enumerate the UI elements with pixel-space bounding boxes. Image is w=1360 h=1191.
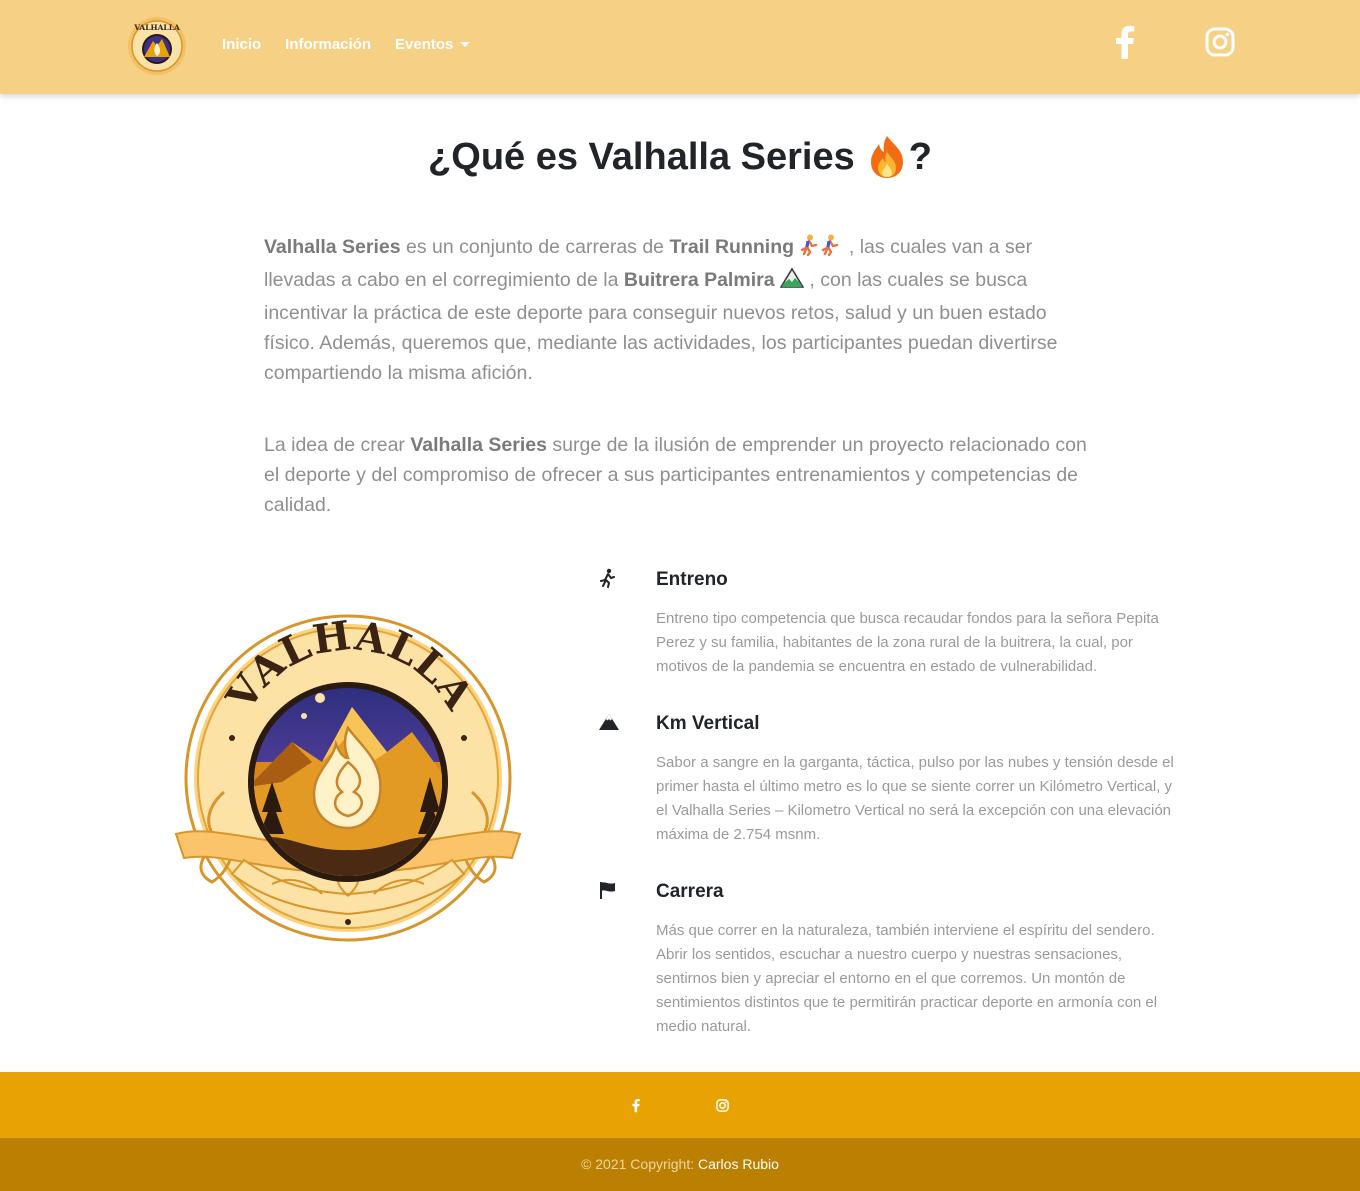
intro-strong-trail: Trail Running — [669, 236, 795, 258]
nav-link-inicio-label: Inicio — [222, 36, 262, 53]
navbar: VALHALLA Inicio Información Eventos — [0, 0, 1360, 94]
intro-text: es un conjunto de carreras de — [400, 236, 670, 258]
facebook-icon[interactable] — [1108, 24, 1142, 60]
nav-links: Inicio Información Eventos — [222, 36, 471, 53]
nav-dropdown-eventos[interactable]: Eventos — [395, 36, 471, 53]
brand-logo[interactable]: VALHALLA — [126, 15, 188, 77]
feature-title-entreno: Entreno — [656, 569, 728, 590]
nav-link-informacion-label: Información — [285, 36, 372, 53]
footer — [0, 1072, 1360, 1138]
instagram-icon[interactable] — [714, 1097, 730, 1113]
nav-link-eventos-label: Eventos — [395, 36, 454, 53]
running-icon — [598, 568, 620, 590]
caret-down-icon — [460, 42, 471, 47]
mountain-icon — [598, 712, 620, 734]
feature-text-entreno: Entreno tipo competencia que busca recau… — [656, 610, 1159, 675]
mountain-emoji-icon — [779, 267, 805, 298]
valhalla-logo: VALHALLA — [172, 612, 524, 948]
feature-text-km-vertical: Sabor a sangre en la garganta, táctica, … — [656, 754, 1174, 843]
nav-link-inicio[interactable]: Inicio — [222, 36, 261, 53]
intro-text: La idea de crear — [264, 434, 411, 456]
flag-icon — [598, 880, 620, 902]
page-title: ¿Qué es Valhalla Series ? — [0, 134, 1360, 180]
intro-paragraph-2: La idea de crear Valhalla Series surge d… — [264, 430, 1094, 520]
feature-title-carrera: Carrera — [656, 881, 724, 902]
feature-title-km-vertical: Km Vertical — [656, 713, 760, 734]
feature-text-carrera: Más que correr en la naturaleza, también… — [656, 922, 1158, 1035]
intro-paragraph-1: Valhalla Series es un conjunto de carrer… — [264, 232, 1094, 388]
intro-strong-buitrera: Buitrera Palmira — [623, 269, 775, 291]
fire-icon — [867, 134, 907, 180]
intro-strong-valhalla: Valhalla Series — [264, 236, 401, 258]
facebook-icon[interactable] — [628, 1097, 644, 1113]
copyright-link[interactable]: Carlos Rubio — [698, 1156, 779, 1172]
page-title-suffix: ? — [908, 135, 932, 178]
nav-link-informacion[interactable]: Información — [285, 36, 371, 53]
runners-icon — [799, 234, 843, 265]
copyright-bar: © 2021 Copyright: Carlos Rubio — [0, 1138, 1360, 1191]
intro-strong-valhalla: Valhalla Series — [410, 434, 547, 456]
instagram-icon[interactable] — [1203, 24, 1237, 60]
copyright-text: © 2021 Copyright: — [581, 1156, 698, 1172]
svg-text:VALHALLA: VALHALLA — [133, 23, 180, 32]
page-title-text: ¿Qué es Valhalla Series — [428, 135, 855, 178]
